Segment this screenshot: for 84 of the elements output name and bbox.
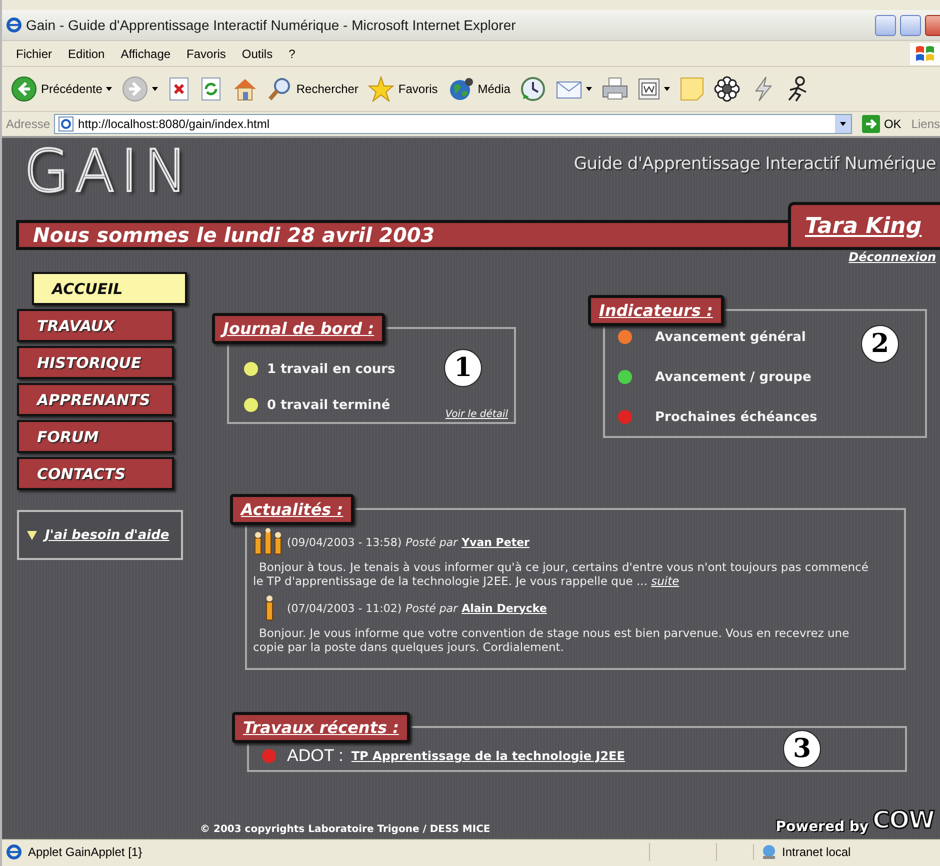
menu-item[interactable]: Fichier (8, 46, 60, 60)
user-name-link[interactable]: Tara King (788, 202, 940, 250)
nav-tab[interactable]: TRAVAUX (17, 309, 174, 342)
windows-flag-icon (910, 42, 940, 64)
person-figure-icon (265, 595, 274, 621)
panel-title: Journal de bord : (212, 313, 386, 344)
help-link[interactable]: J'ai besoin d'aide (45, 528, 170, 542)
toolbar-button[interactable]: Média (444, 74, 514, 104)
dropdown-button[interactable] (834, 115, 851, 133)
news-text: Bonjour. Je vous informe que votre convention de stage nous est bien parvenue. Vous en recevrez une copie par la poste dans quelques jours. Cordialement. (253, 626, 850, 654)
site-subtitle: Guide d'Apprentissage Interactif Numérique (574, 154, 936, 174)
status-light-icon (241, 359, 261, 379)
printer-icon (602, 77, 628, 101)
menu-item[interactable]: ? (280, 46, 304, 60)
more-link[interactable]: suite (651, 574, 680, 588)
status-light-icon (241, 395, 261, 415)
nav-tab[interactable]: FORUM (17, 420, 174, 453)
address-label: Adresse (6, 117, 50, 131)
caret-icon (586, 87, 592, 91)
toolbar-button[interactable]: Précédente (8, 74, 116, 104)
panel-title: Indicateurs : (588, 295, 724, 326)
indicator-label: Avancement / groupe (655, 370, 812, 384)
menu-item[interactable]: Favoris (178, 46, 234, 60)
news-date: (07/04/2003 - 11:02) (287, 602, 402, 614)
triangle-down-icon (27, 530, 37, 540)
page-icon (58, 116, 74, 132)
nav-tab[interactable]: APPRENANTS (17, 383, 174, 416)
note-icon (680, 77, 704, 101)
posted-by-label: Posté par (406, 602, 458, 614)
star-icon (368, 76, 394, 102)
indicator-label: Prochaines échéances (655, 410, 818, 424)
callout-number: 2 (861, 325, 899, 363)
callout-number: 3 (783, 730, 821, 768)
news-text: Bonjour à tous. Je tenais à vous informer qu'à ce jour, certains d'entre vous n'ont toujours pas commencé le TP d'apprentissage de la technologie J2EE. Je vous rappelle que ... suite (253, 560, 870, 588)
minimize-button[interactable] (875, 14, 896, 36)
home-icon (232, 76, 258, 102)
site-logo: GAIN (24, 140, 194, 202)
close-button[interactable] (925, 14, 940, 36)
news-date: (09/04/2003 - 13:58) (287, 536, 402, 548)
work-code: ADOT : (287, 746, 344, 766)
flower-icon (714, 76, 740, 102)
journal-item: 0 travail terminé (267, 398, 390, 412)
panel-title: Actualités : (230, 494, 354, 525)
window-title: Gain - Guide d'Apprentissage Interactif Numérique - Microsoft Internet Explorer (26, 17, 517, 33)
maximize-button[interactable] (900, 14, 921, 36)
address-field[interactable]: http://localhost:8080/gain/index.html (54, 114, 852, 134)
status-text: Applet GainApplet [1} (28, 844, 144, 858)
powered-by-text: Powered by (776, 819, 868, 835)
author-link[interactable]: Yvan Peter (462, 536, 530, 548)
nav-tab[interactable]: HISTORIQUE (17, 346, 174, 379)
journal-item: 1 travail en cours (267, 362, 396, 376)
nav-tab[interactable]: CONTACTS (17, 457, 174, 490)
go-button[interactable]: OK (856, 115, 908, 133)
copyright-text: © 2003 copyrights Laboratoire Trigone / DESS MICE (200, 824, 490, 835)
globe-icon (448, 76, 474, 102)
browser-icon (6, 17, 22, 33)
caret-icon (106, 87, 112, 91)
nav-tab[interactable]: ACCUEIL (32, 272, 187, 305)
logout-link[interactable]: Déconnexion (848, 250, 936, 270)
menu-item[interactable]: Affichage (112, 46, 179, 60)
zone-label: Intranet local (782, 844, 851, 858)
search-icon (268, 77, 292, 101)
details-link[interactable]: Voir le détail (445, 409, 508, 420)
callout-number: 1 (444, 349, 482, 387)
caret-icon (152, 87, 158, 91)
history-icon (520, 76, 546, 102)
author-link[interactable]: Alain Derycke (462, 602, 547, 614)
panel-title: Travaux récents : (232, 712, 410, 743)
intranet-icon (760, 844, 778, 860)
work-link[interactable]: TP Apprentissage de la technologie J2EE (351, 749, 625, 763)
toolbar-button[interactable]: Rechercher (265, 75, 362, 103)
caret-icon (664, 87, 670, 91)
cow-logo: COW (872, 805, 934, 835)
people-icon (253, 528, 283, 556)
browser-icon (6, 844, 22, 860)
edit-icon (638, 78, 660, 100)
toolbar-button[interactable]: Favoris (365, 74, 441, 104)
menu-item[interactable]: Edition (60, 46, 113, 60)
stop-icon (168, 77, 190, 101)
refresh-icon (200, 77, 222, 101)
date-text: Nous sommes le lundi 28 avril 2003 (33, 223, 435, 247)
menu-item[interactable]: Outils (234, 46, 281, 60)
indicator-label: Avancement général (655, 330, 806, 344)
posted-by-label: Posté par (406, 536, 458, 548)
